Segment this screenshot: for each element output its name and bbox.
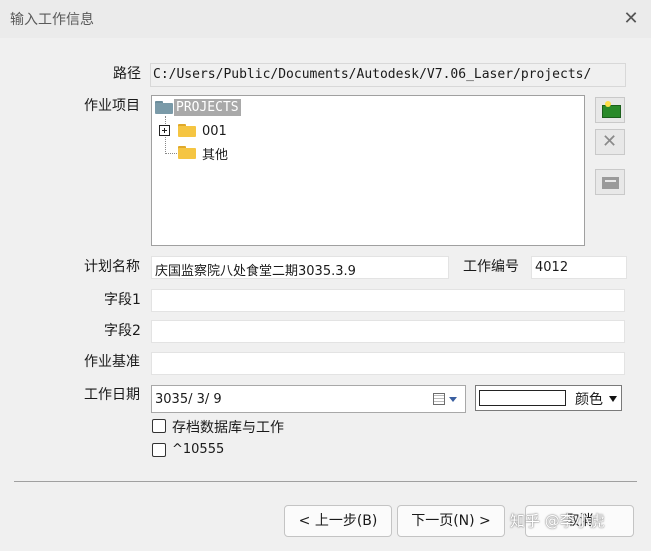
- folder-root-icon: [155, 101, 173, 114]
- close-icon[interactable]: ✕: [621, 9, 641, 29]
- new-folder-icon: [602, 105, 621, 118]
- tree-item-other[interactable]: 其他: [202, 144, 228, 163]
- title-bar: 输入工作信息 ✕: [0, 0, 651, 38]
- job-number-label: 工作编号: [463, 259, 519, 275]
- date-label: 工作日期: [84, 387, 140, 403]
- tree-line: [165, 153, 177, 155]
- field2-label: 字段2: [104, 323, 141, 339]
- project-label: 作业项目: [84, 98, 140, 114]
- properties-button[interactable]: [595, 169, 625, 195]
- date-value: 3035/ 3/ 9: [155, 392, 222, 407]
- basis-label: 作业基准: [84, 354, 140, 370]
- code-checkbox-label[interactable]: ^10555: [172, 442, 224, 457]
- next-button[interactable]: 下一页(N) >: [397, 505, 505, 537]
- date-picker[interactable]: 3035/ 3/ 9: [151, 385, 466, 413]
- tree-root-node[interactable]: PROJECTS: [174, 99, 241, 116]
- plan-name-value: 庆国监察院八处食堂二期3035.3.9: [155, 264, 356, 279]
- color-swatch: [479, 390, 566, 406]
- folder-icon: [178, 124, 196, 137]
- path-label: 路径: [113, 66, 141, 82]
- new-folder-button[interactable]: [595, 97, 625, 123]
- project-tree[interactable]: PROJECTS 001 其他: [151, 95, 585, 246]
- plan-name-input[interactable]: 庆国监察院八处食堂二期3035.3.9: [151, 256, 449, 279]
- watermark: 知乎 @李小虎: [510, 512, 605, 530]
- archive-checkbox-label[interactable]: 存档数据库与工作: [172, 417, 284, 437]
- chevron-down-icon: [609, 396, 617, 402]
- color-label: 颜色: [575, 392, 603, 408]
- color-select[interactable]: 颜色: [475, 385, 622, 411]
- expand-icon[interactable]: [159, 125, 170, 136]
- delete-button[interactable]: ✕: [595, 129, 625, 155]
- basis-input[interactable]: [151, 352, 625, 375]
- delete-icon: ✕: [602, 131, 618, 152]
- job-number-input[interactable]: 4012: [531, 256, 627, 279]
- path-value: C:/Users/Public/Documents/Autodesk/V7.06…: [153, 67, 592, 82]
- field1-label: 字段1: [104, 292, 141, 308]
- divider: [14, 481, 637, 482]
- archive-checkbox[interactable]: [152, 419, 166, 433]
- properties-icon: [602, 177, 619, 189]
- folder-icon: [178, 146, 196, 159]
- plan-name-label: 计划名称: [84, 259, 140, 275]
- chevron-down-icon[interactable]: [449, 397, 457, 402]
- calendar-icon[interactable]: [433, 393, 445, 405]
- back-button[interactable]: < 上一步(B): [284, 505, 392, 537]
- window-title: 输入工作信息: [10, 12, 94, 28]
- field1-input[interactable]: [151, 289, 625, 312]
- field2-input[interactable]: [151, 320, 625, 343]
- tree-item-001[interactable]: 001: [202, 124, 227, 139]
- job-number-value: 4012: [535, 260, 569, 275]
- code-checkbox[interactable]: [152, 443, 166, 457]
- path-field[interactable]: C:/Users/Public/Documents/Autodesk/V7.06…: [150, 63, 626, 87]
